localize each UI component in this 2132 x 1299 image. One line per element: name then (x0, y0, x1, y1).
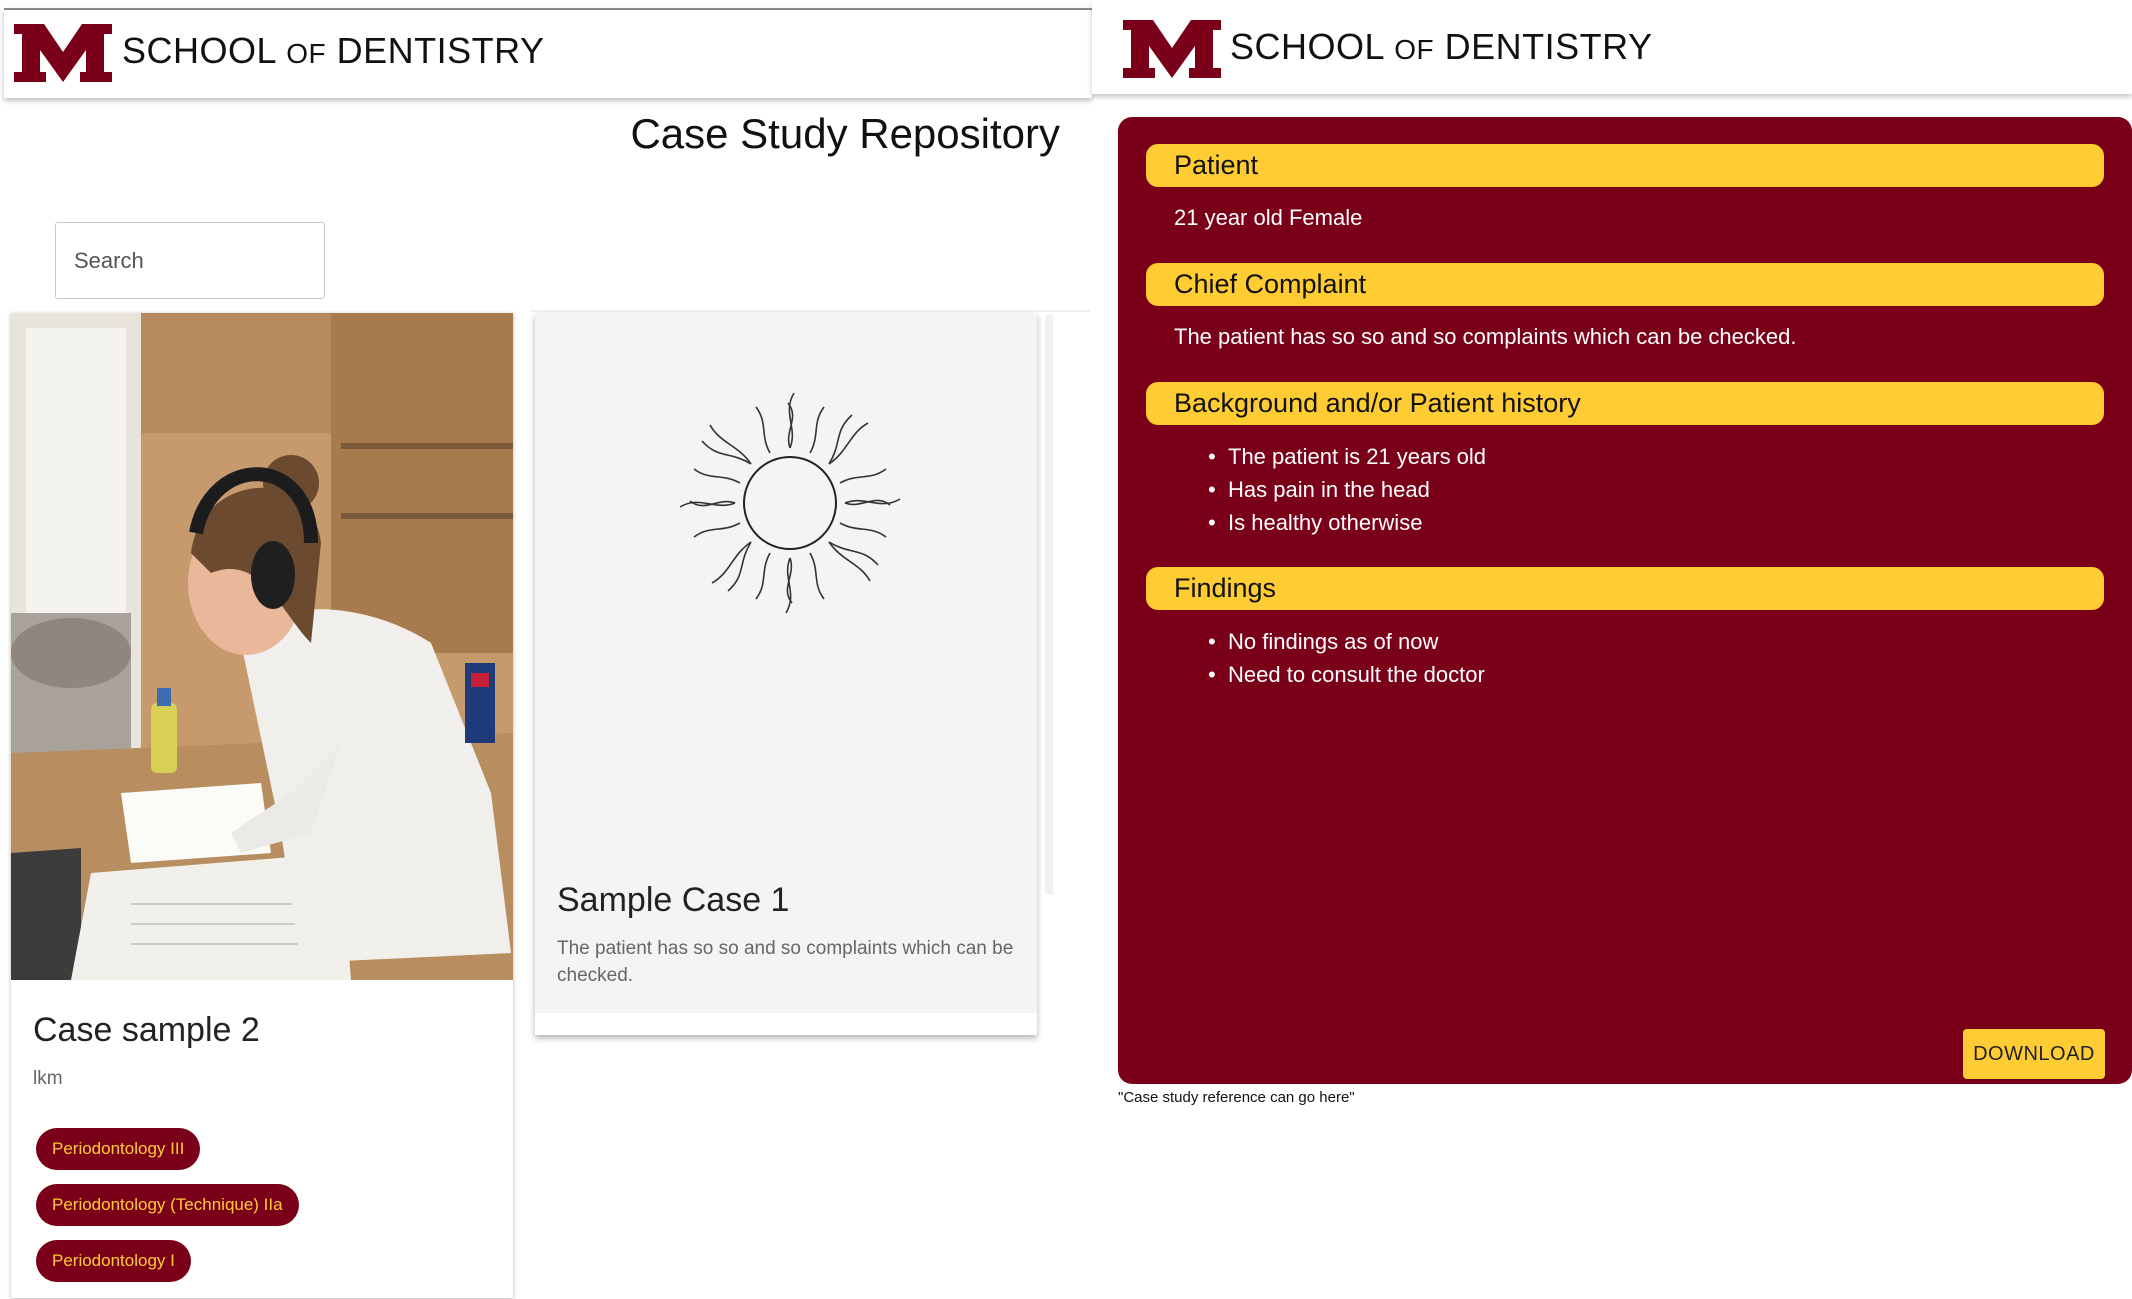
chief-complaint-text: The patient has so so and so complaints … (1174, 324, 1797, 349)
list-item: No findings as of now (1208, 625, 1485, 658)
card-title[interactable]: Case sample 2 (33, 1011, 260, 1050)
list-item: Has pain in the head (1208, 473, 1486, 506)
case-card-1[interactable]: Sample Case 1 The patient has so so and … (535, 313, 1037, 1035)
case-card-2[interactable]: Case sample 2 lkm Periodontology III Per… (11, 313, 513, 1298)
student-studying-photo (11, 313, 513, 980)
patient-text: 21 year old Female (1174, 205, 1363, 230)
brand-of: OF (1394, 34, 1435, 65)
brand-wordmark: SCHOOL OF DENTISTRY (1230, 26, 1653, 68)
case-reference: "Case study reference can go here" (1118, 1089, 1355, 1106)
list-item: Is healthy otherwise (1208, 506, 1486, 539)
findings-list: No findings as of now Need to consult th… (1208, 625, 1485, 691)
section-heading-findings: Findings (1146, 567, 2104, 610)
brand-wordmark: SCHOOL OF DENTISTRY (122, 30, 545, 72)
page-title: Case Study Repository (630, 110, 1060, 157)
search-input[interactable] (55, 222, 325, 299)
umn-block-m-logo[interactable] (14, 24, 112, 82)
tag-chip[interactable]: Periodontology III (36, 1128, 201, 1170)
section-heading-patient: Patient (1146, 144, 2104, 187)
brand-school: SCHOOL (122, 30, 276, 71)
repository-screen: SCHOOL OF DENTISTRY Case Study Repositor… (0, 0, 1092, 1299)
tag-chip[interactable]: Periodontology (Technique) IIa (36, 1184, 299, 1226)
umn-block-m-logo[interactable] (1123, 20, 1221, 78)
brand-of: OF (286, 38, 327, 69)
scrollbar-track[interactable] (1045, 315, 1053, 895)
download-button[interactable]: DOWNLOAD (1963, 1029, 2105, 1079)
brand-dept: DENTISTRY (1444, 26, 1653, 67)
section-heading-background: Background and/or Patient history (1146, 382, 2104, 425)
sun-sketch-icon (679, 392, 901, 614)
card-body: Sample Case 1 The patient has so so and … (535, 313, 1037, 1013)
card-title[interactable]: Sample Case 1 (557, 881, 789, 920)
section-heading-chief-complaint: Chief Complaint (1146, 263, 2104, 306)
divider (530, 310, 1090, 312)
list-item: The patient is 21 years old (1208, 440, 1486, 473)
site-header: SCHOOL OF DENTISTRY (4, 8, 1092, 98)
site-header-detail: SCHOOL OF DENTISTRY (1092, 0, 2132, 94)
brand-dept: DENTISTRY (336, 30, 545, 71)
brand-school: SCHOOL (1230, 26, 1384, 67)
card-subtitle: lkm (33, 1068, 63, 1089)
case-detail-panel: Patient 21 year old Female Chief Complai… (1118, 117, 2132, 1084)
card-description: The patient has so so and so complaints … (557, 938, 1014, 986)
background-list: The patient is 21 years old Has pain in … (1208, 440, 1486, 539)
tag-chip[interactable]: Periodontology I (36, 1240, 191, 1282)
list-item: Need to consult the doctor (1208, 658, 1485, 691)
